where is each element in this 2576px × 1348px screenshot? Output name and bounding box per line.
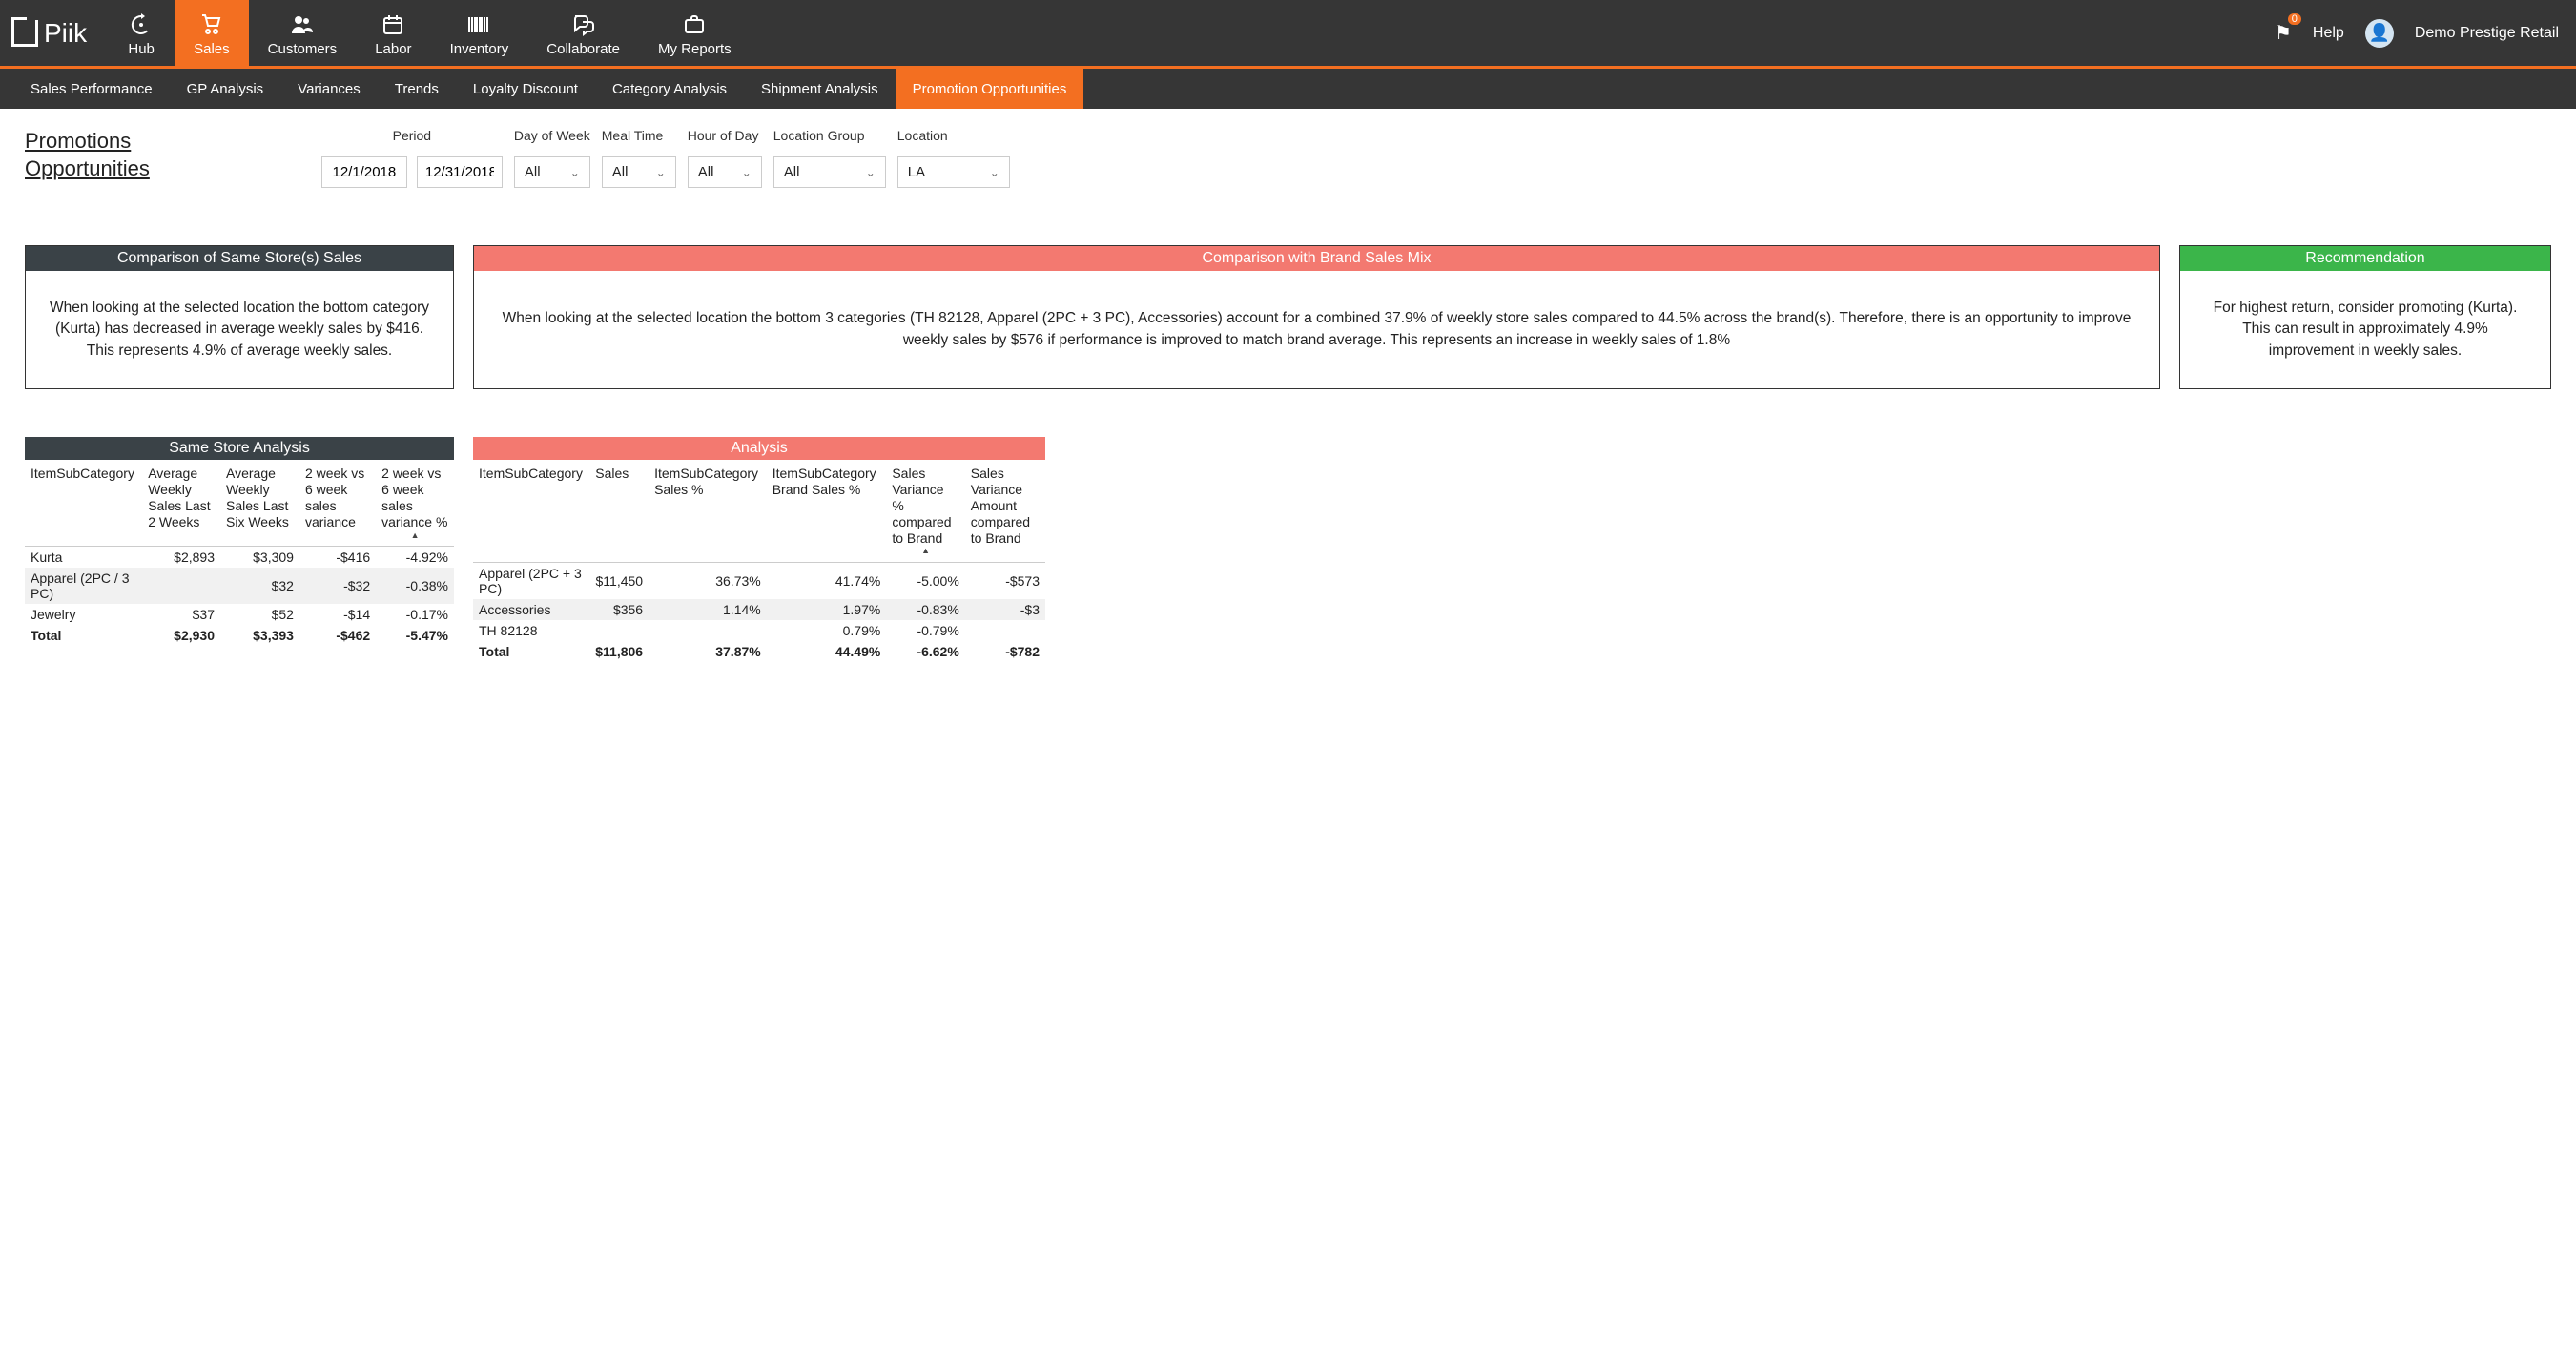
flag-icon: ⚑ xyxy=(2275,23,2292,44)
panel-body-brand-mix: When looking at the selected location th… xyxy=(474,271,2159,388)
table-same-store-analysis: Same Store Analysis ItemSubCategoryAvera… xyxy=(25,437,454,646)
subnav-variances[interactable]: Variances xyxy=(280,69,378,109)
user-name: Demo Prestige Retail xyxy=(2415,25,2559,42)
chevron-down-icon: ⌄ xyxy=(990,166,999,179)
meal-time-select[interactable]: All ⌄ xyxy=(602,156,676,188)
period-from-input[interactable] xyxy=(321,156,407,188)
filters: Period Day of Week All ⌄ Meal Time All ⌄ xyxy=(321,128,1010,188)
nav-sales[interactable]: Sales xyxy=(175,0,249,66)
nav-collaborate[interactable]: Collaborate xyxy=(527,0,639,66)
sort-asc-icon: ▲ xyxy=(892,546,958,556)
subnav-category-analysis[interactable]: Category Analysis xyxy=(595,69,744,109)
briefcase-icon xyxy=(682,10,707,39)
table-header[interactable]: ItemSubCategory xyxy=(473,460,589,562)
table-row: TH 821280.79%-0.79% xyxy=(473,620,1045,641)
page-title: Promotions Opportunities xyxy=(25,128,150,182)
barcode-icon xyxy=(466,10,491,39)
users-icon xyxy=(290,10,315,39)
panel-same-store: Comparison of Same Store(s) Sales When l… xyxy=(25,245,454,389)
subnav-loyalty-discount[interactable]: Loyalty Discount xyxy=(456,69,595,109)
gauge-icon xyxy=(129,10,154,39)
content-area: Promotions Opportunities Period Day of W… xyxy=(0,109,2576,681)
table-header[interactable]: 2 week vs 6 week sales variance xyxy=(299,460,376,546)
nav-inventory[interactable]: Inventory xyxy=(431,0,528,66)
cart-icon xyxy=(199,10,224,39)
notification-count: 0 xyxy=(2288,13,2301,25)
filter-label-meal: Meal Time xyxy=(602,128,676,143)
table-row: Apparel (2PC / 3 PC)$32-$32-0.38% xyxy=(25,568,454,604)
table-header[interactable]: Sales xyxy=(589,460,649,562)
panel-body-same-store: When looking at the selected location th… xyxy=(26,271,453,388)
nav-customers[interactable]: Customers xyxy=(249,0,357,66)
filter-label-dow: Day of Week xyxy=(514,128,590,143)
calendar-icon xyxy=(381,10,405,39)
nav-my-reports[interactable]: My Reports xyxy=(639,0,751,66)
table-total-row: Total$11,80637.87%44.49%-6.62%-$782 xyxy=(473,641,1045,662)
panel-body-recommendation: For highest return, consider promoting (… xyxy=(2180,271,2550,388)
filter-label-locgroup: Location Group xyxy=(773,128,886,143)
hour-of-day-select[interactable]: All ⌄ xyxy=(688,156,762,188)
help-link[interactable]: Help xyxy=(2313,25,2344,42)
sub-nav: Sales PerformanceGP AnalysisVariancesTre… xyxy=(0,69,2576,109)
period-to-input[interactable] xyxy=(417,156,503,188)
table-title-analysis: Analysis xyxy=(473,437,1045,460)
avatar[interactable]: 👤 xyxy=(2365,19,2394,48)
table-header[interactable]: ItemSubCategory Sales % xyxy=(649,460,767,562)
subnav-sales-performance[interactable]: Sales Performance xyxy=(13,69,170,109)
chevron-down-icon: ⌄ xyxy=(866,166,876,179)
subnav-shipment-analysis[interactable]: Shipment Analysis xyxy=(744,69,896,109)
table-analysis: Analysis ItemSubCategorySalesItemSubCate… xyxy=(473,437,1045,662)
panel-recommendation: Recommendation For highest return, consi… xyxy=(2179,245,2551,389)
location-group-select[interactable]: All ⌄ xyxy=(773,156,886,188)
table-title-same-store: Same Store Analysis xyxy=(25,437,454,460)
table-row: Apparel (2PC + 3 PC)$11,45036.73%41.74%-… xyxy=(473,563,1045,600)
top-nav: Piik HubSalesCustomersLaborInventoryColl… xyxy=(0,0,2576,69)
table-header[interactable]: ItemSubCategory xyxy=(25,460,142,546)
day-of-week-select[interactable]: All ⌄ xyxy=(514,156,590,188)
table-header[interactable]: Sales Variance % compared to Brand▲ xyxy=(886,460,964,562)
chat-icon xyxy=(571,10,596,39)
table-row: Jewelry$37$52-$14-0.17% xyxy=(25,604,454,625)
logo-text: Piik xyxy=(44,18,87,49)
location-select[interactable]: LA ⌄ xyxy=(897,156,1010,188)
table-header[interactable]: Sales Variance Amount compared to Brand xyxy=(965,460,1045,562)
chevron-down-icon: ⌄ xyxy=(656,166,666,179)
table-header[interactable]: Average Weekly Sales Last 2 Weeks xyxy=(142,460,220,546)
filter-label-period: Period xyxy=(321,128,503,143)
chevron-down-icon: ⌄ xyxy=(570,166,580,179)
logo[interactable]: Piik xyxy=(0,0,108,66)
table-header[interactable]: 2 week vs 6 week sales variance %▲ xyxy=(376,460,454,546)
chevron-down-icon: ⌄ xyxy=(742,166,752,179)
panel-title-brand-mix: Comparison with Brand Sales Mix xyxy=(474,246,2159,271)
user-icon: 👤 xyxy=(2369,23,2390,43)
filter-label-hour: Hour of Day xyxy=(688,128,762,143)
nav-labor[interactable]: Labor xyxy=(356,0,430,66)
notifications-button[interactable]: ⚑ 0 xyxy=(2275,21,2292,45)
panel-title-same-store: Comparison of Same Store(s) Sales xyxy=(26,246,453,271)
table-row: Kurta$2,893$3,309-$416-4.92% xyxy=(25,547,454,569)
subnav-gp-analysis[interactable]: GP Analysis xyxy=(170,69,281,109)
table-header[interactable]: Average Weekly Sales Last Six Weeks xyxy=(220,460,299,546)
table-header[interactable]: ItemSubCategory Brand Sales % xyxy=(767,460,887,562)
table-total-row: Total$2,930$3,393-$462-5.47% xyxy=(25,625,454,646)
subnav-trends[interactable]: Trends xyxy=(378,69,456,109)
logo-icon xyxy=(11,20,38,47)
sort-asc-icon: ▲ xyxy=(381,530,448,541)
table-row: Accessories$3561.14%1.97%-0.83%-$3 xyxy=(473,599,1045,620)
nav-hub[interactable]: Hub xyxy=(108,0,175,66)
filter-label-location: Location xyxy=(897,128,1010,143)
panel-title-recommendation: Recommendation xyxy=(2180,246,2550,271)
subnav-promotion-opportunities[interactable]: Promotion Opportunities xyxy=(896,69,1084,109)
panel-brand-mix: Comparison with Brand Sales Mix When loo… xyxy=(473,245,2160,389)
